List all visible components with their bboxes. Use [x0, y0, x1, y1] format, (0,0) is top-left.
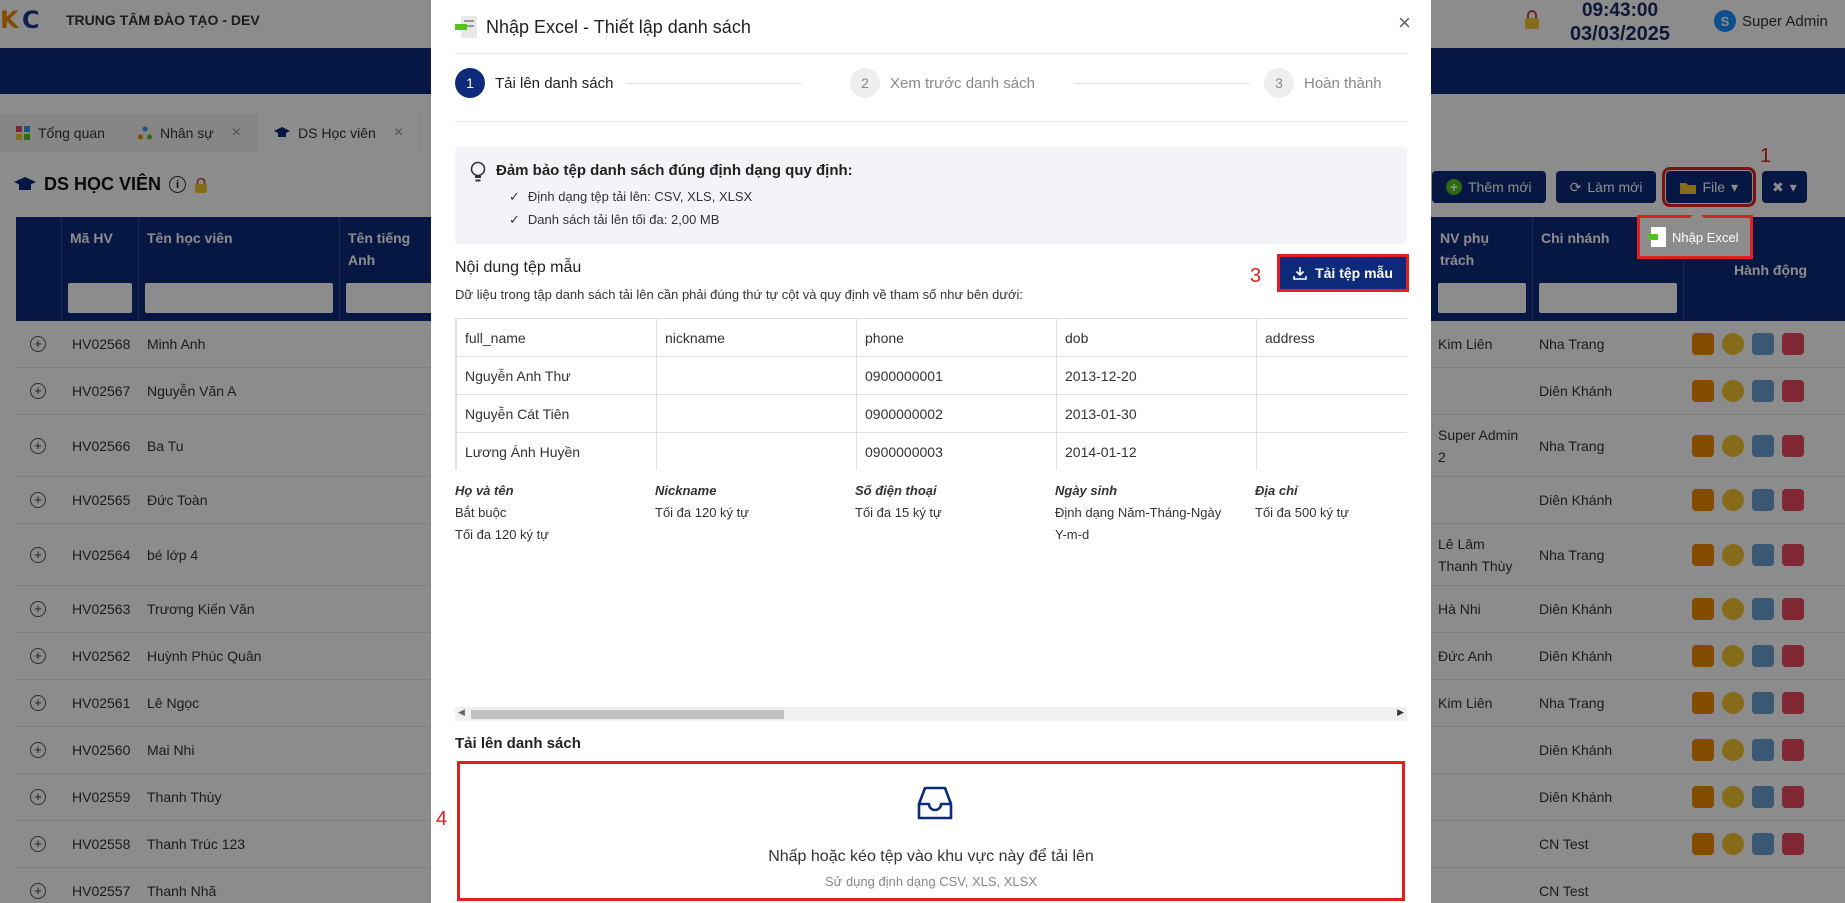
column-header: nickname — [656, 318, 857, 357]
requirement-line: Tối đa 120 ký tự — [455, 527, 549, 542]
upload-section-title: Tải lên danh sách — [455, 735, 581, 752]
cell: Nguyễn Anh Thư — [456, 356, 657, 395]
cell — [656, 432, 857, 470]
requirement-title: Họ và tên — [455, 483, 514, 498]
notice-item: ✓ Danh sách tải lên tối đa: 2,00 MB — [509, 212, 719, 228]
scroll-left-icon[interactable]: ◀ — [458, 707, 465, 718]
menu-item-label: Nhập Excel — [1672, 229, 1739, 245]
column-header: address — [1256, 318, 1407, 357]
scrollbar-thumb[interactable] — [471, 710, 784, 719]
cell — [656, 356, 857, 395]
requirement-line: Y-m-d — [1055, 527, 1090, 542]
sample-description: Dữ liệu trong tập danh sách tải lên cần … — [455, 287, 1024, 302]
step-label: Xem trước danh sách — [890, 74, 1035, 92]
download-template-button[interactable]: Tải tệp mẫu — [1277, 254, 1409, 292]
step-upload: 1 Tải lên danh sách — [455, 68, 613, 98]
inbox-icon — [917, 786, 953, 820]
check-icon: ✓ — [509, 189, 520, 204]
requirement-title: Địa chỉ — [1255, 483, 1298, 498]
scroll-right-icon[interactable]: ▶ — [1397, 707, 1404, 718]
table-header-row: full_name nickname phone dob address — [456, 318, 1407, 357]
sample-section-title: Nội dung tệp mẫu — [455, 259, 582, 276]
column-header: dob — [1056, 318, 1257, 357]
cell — [1256, 432, 1407, 470]
step-number: 1 — [455, 68, 485, 98]
divider — [455, 121, 1407, 122]
upload-dropzone[interactable]: Nhấp hoặc kéo tệp vào khu vực này để tải… — [457, 761, 1405, 901]
step-number: 3 — [1264, 68, 1294, 98]
requirement-line: Định dạng Năm-Tháng-Ngày — [1055, 505, 1222, 520]
cell — [1256, 394, 1407, 433]
step-complete: 3 Hoàn thành — [1264, 68, 1382, 98]
dropzone-text: Nhấp hoặc kéo tệp vào khu vực này để tải… — [768, 848, 1094, 865]
modal-header: Nhập Excel - Thiết lập danh sách × — [455, 0, 1411, 54]
download-icon — [1293, 267, 1307, 280]
callout-mark-4: 4 — [436, 808, 448, 830]
step-connector — [627, 83, 802, 84]
cell: 2013-01-30 — [1056, 394, 1257, 433]
step-preview: 2 Xem trước danh sách — [850, 68, 1035, 98]
callout-mark-3: 3 — [1250, 265, 1262, 287]
cell: 0900000002 — [856, 394, 1057, 433]
notice-item: ✓ Định dạng tệp tải lên: CSV, XLS, XLSX — [509, 189, 752, 205]
cell: Lương Ánh Huyền — [456, 432, 657, 470]
cell: 0900000001 — [856, 356, 1057, 395]
lightbulb-icon — [470, 161, 486, 182]
requirement-nickname: Nickname Tối đa 120 ký tự — [655, 480, 845, 524]
table-row: Nguyễn Anh Thư 0900000001 2013-12-20 — [456, 356, 1407, 395]
notice-heading: Đảm bảo tệp danh sách đúng định dạng quy… — [496, 162, 853, 179]
cell: 2013-12-20 — [1056, 356, 1257, 395]
close-icon[interactable]: × — [1398, 10, 1411, 36]
excel-import-icon — [1648, 227, 1666, 247]
cell: 2014-01-12 — [1056, 432, 1257, 470]
column-header: full_name — [456, 318, 657, 357]
table-row: Nguyễn Cát Tiên 0900000002 2013-01-30 — [456, 394, 1407, 433]
step-label: Hoàn thành — [1304, 74, 1382, 92]
download-template-label: Tải tệp mẫu — [1315, 265, 1393, 281]
check-icon: ✓ — [509, 212, 520, 227]
step-label: Tải lên danh sách — [495, 74, 614, 92]
horizontal-scrollbar[interactable]: ◀ ▶ — [455, 707, 1407, 721]
dropzone-hint: Sử dụng định dạng CSV, XLS, XLSX — [824, 874, 1038, 889]
field-requirements: Họ và tên Bắt buộc Tối đa 120 ký tự Nick… — [455, 480, 1407, 550]
step-connector — [1075, 83, 1250, 84]
requirement-line: Tối đa 15 ký tự — [855, 505, 942, 520]
requirement-title: Nickname — [655, 483, 717, 498]
cell: 0900000003 — [856, 432, 1057, 470]
stepper: 1 Tải lên danh sách 2 Xem trước danh sác… — [455, 68, 1407, 104]
requirement-line: Tối đa 500 ký tự — [1255, 505, 1349, 520]
column-header: phone — [856, 318, 1057, 357]
requirement-line: Bắt buộc — [455, 505, 507, 520]
requirement-line: Tối đa 120 ký tự — [655, 505, 749, 520]
excel-import-icon — [455, 16, 477, 38]
notice-item-text: Định dạng tệp tải lên: CSV, XLS, XLSX — [527, 189, 753, 204]
menu-item-import-excel[interactable]: Nhập Excel — [1637, 211, 1753, 259]
table-row: Lương Ánh Huyền 0900000003 2014-01-12 — [456, 432, 1407, 470]
cell — [1256, 356, 1407, 395]
cell — [656, 394, 857, 433]
requirement-phone: Số điện thoại Tối đa 15 ký tự — [855, 480, 1045, 524]
requirement-address: Địa chỉ Tối đa 500 ký tự — [1255, 480, 1445, 524]
format-notice: Đảm bảo tệp danh sách đúng định dạng quy… — [455, 147, 1407, 244]
notice-item-text: Danh sách tải lên tối đa: 2,00 MB — [527, 212, 720, 227]
sample-table: full_name nickname phone dob address Ngu… — [455, 318, 1407, 470]
step-number: 2 — [850, 68, 880, 98]
requirement-dob: Ngày sinh Định dạng Năm-Tháng-Ngày Y-m-d — [1055, 480, 1245, 546]
modal-title: Nhập Excel - Thiết lập danh sách — [486, 17, 751, 37]
requirement-full-name: Họ và tên Bắt buộc Tối đa 120 ký tự — [455, 480, 645, 546]
cell: Nguyễn Cát Tiên — [456, 394, 657, 433]
import-excel-modal: Nhập Excel - Thiết lập danh sách × 1 Tải… — [431, 0, 1431, 903]
requirement-title: Số điện thoại — [855, 483, 937, 498]
dropdown-caret — [1690, 211, 1704, 218]
requirement-title: Ngày sinh — [1055, 483, 1118, 498]
